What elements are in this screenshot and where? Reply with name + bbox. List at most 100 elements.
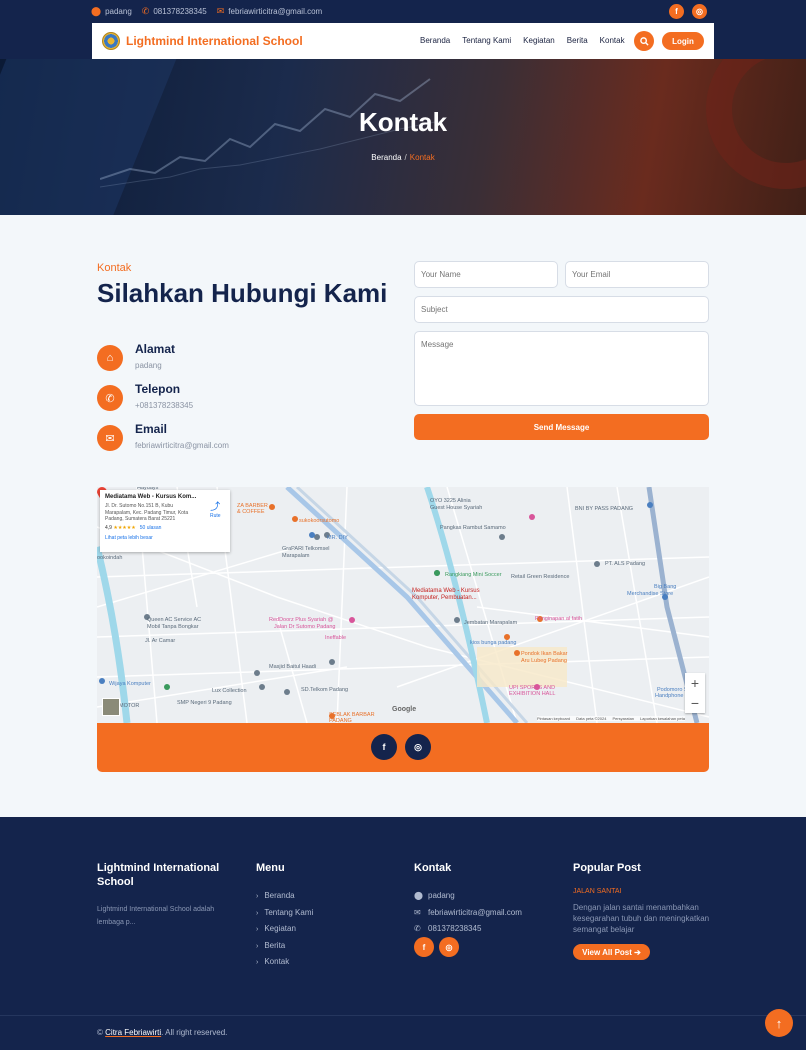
instagram-icon[interactable]: ◎ [692, 4, 707, 19]
popular-post-title[interactable]: JALAN SANTAI [573, 888, 622, 895]
footer-email: ✉ febriawirticitra@gmail.com [414, 907, 522, 917]
search-icon [639, 36, 649, 46]
email-input[interactable] [565, 261, 709, 288]
school-logo[interactable] [102, 32, 120, 50]
info-email: ✉ Email febriawirticitra@gmail.com [97, 422, 229, 451]
nav-berita[interactable]: Berita [567, 36, 588, 45]
star-rating-icon: ★★★★★ [113, 524, 136, 531]
subject-input[interactable] [414, 296, 709, 323]
map-footer: Pintasan keyboard Data peta ©2024 Persya… [537, 716, 685, 721]
map-data-credit: Data peta ©2024 [576, 716, 607, 721]
message-textarea[interactable] [414, 331, 709, 406]
breadcrumb-current: Kontak [409, 153, 435, 162]
top-social: f ◎ [669, 4, 707, 19]
svg-text:& COFFEE: & COFFEE [237, 509, 265, 515]
footer-menu-item[interactable]: › Tentang Kami [256, 908, 313, 925]
map-place-name: Mediatama Web - Kursus Kom... [105, 494, 197, 500]
footer-contact-title: Kontak [414, 862, 452, 874]
copyright-name[interactable]: Citra Febriawirti [105, 1028, 161, 1037]
navbar: Lightmind International School Beranda T… [92, 23, 714, 59]
map-place-card: Mediatama Web - Kursus Kom... Jl. Dr. Su… [100, 490, 230, 552]
zoom-in-button[interactable]: + [685, 673, 705, 693]
name-input[interactable] [414, 261, 558, 288]
svg-text:Aru Lubeg Padang: Aru Lubeg Padang [521, 658, 567, 664]
facebook-icon[interactable]: f [669, 4, 684, 19]
svg-text:Big Bang: Big Bang [654, 584, 676, 590]
footer-location: ⬤ padang [414, 891, 455, 900]
svg-text:Lux Collection: Lux Collection [212, 688, 247, 694]
svg-text:Rangkiang Mini Soccer: Rangkiang Mini Soccer [445, 572, 502, 578]
instagram-icon[interactable]: ◎ [439, 937, 459, 957]
page-hero: Kontak Beranda / Kontak [0, 59, 806, 215]
search-button[interactable] [634, 31, 654, 51]
nav-kegiatan[interactable]: Kegiatan [523, 36, 555, 45]
svg-text:Masjid Baitul Haadi: Masjid Baitul Haadi [269, 664, 316, 670]
info-address-title: Alamat [135, 342, 176, 356]
map-place-address: Jl. Dr. Sutomo No.151 B, Kubu Marapalam,… [105, 503, 189, 522]
phone-icon: ✆ [414, 924, 421, 933]
terms-link[interactable]: Persyaratan [612, 716, 634, 721]
svg-text:Jalan Dr Sutomo Padang: Jalan Dr Sutomo Padang [274, 624, 335, 630]
report-error-link[interactable]: Laporkan kesalahan peta [640, 716, 685, 721]
svg-text:BNI BY PASS PADANG: BNI BY PASS PADANG [575, 506, 633, 512]
svg-text:MOTOR: MOTOR [119, 703, 139, 709]
map-layer-toggle[interactable] [102, 698, 120, 716]
svg-text:GraPARI Telkomsel: GraPARI Telkomsel [282, 546, 329, 552]
footer-menu-item[interactable]: › Berita [256, 941, 313, 958]
map-marker-icon: ⬤ [414, 891, 423, 900]
directions-label: Rute [210, 513, 221, 519]
copyright: © Citra Febriawirti. All right reserved. [97, 1028, 228, 1037]
instagram-icon[interactable]: ◎ [405, 734, 431, 760]
info-phone-title: Telepon [135, 382, 181, 396]
facebook-icon[interactable]: f [371, 734, 397, 760]
zoom-out-button[interactable]: − [685, 693, 705, 713]
popular-post-excerpt: Dengan jalan santai menambahkan kesegara… [573, 903, 710, 935]
top-info: ⬤ padang ✆ 081378238345 ✉ febriawirticitra@… [91, 6, 322, 17]
map-reviews-link[interactable]: 50 ulasan [140, 525, 162, 531]
svg-text:Queen AC Service AC: Queen AC Service AC [147, 617, 201, 623]
login-button[interactable]: Login [662, 32, 704, 50]
breadcrumb-home[interactable]: Beranda [371, 153, 401, 162]
info-phone: ✆ Telepon +081378238345 [97, 382, 193, 411]
svg-text:Guest House Syariah: Guest House Syariah [430, 505, 482, 511]
svg-text:SD.Telkom Padang: SD.Telkom Padang [301, 687, 348, 693]
main-menu: Beranda Tentang Kami Kegiatan Berita Kon… [420, 36, 625, 45]
svg-text:Retail Green Residence: Retail Green Residence [511, 574, 569, 580]
svg-text:Marapalam: Marapalam [282, 553, 310, 559]
map-marker-icon: ⬤ [91, 6, 102, 16]
directions-button[interactable]: ⤴ Rute [210, 498, 221, 519]
svg-text:Merchandise Store: Merchandise Store [627, 591, 673, 597]
footer-menu-item[interactable]: › Kontak [256, 957, 313, 974]
nav-kontak[interactable]: Kontak [600, 36, 625, 45]
send-message-button[interactable]: Send Message [414, 414, 709, 440]
footer-menu-item[interactable]: › Kegiatan [256, 924, 313, 941]
larger-map-link[interactable]: Lihat peta lebih besar [105, 535, 225, 541]
top-phone: ✆ 081378238345 [141, 6, 207, 16]
footer-menu-title: Menu [256, 862, 285, 874]
map-rating-value: 4,9 [105, 524, 112, 531]
svg-text:PT. ALS Padang: PT. ALS Padang [605, 561, 645, 567]
brand-name[interactable]: Lightmind International School [126, 34, 303, 48]
footer-popular-title: Popular Post [573, 862, 641, 874]
nav-beranda[interactable]: Beranda [420, 36, 450, 45]
home-icon: ⌂ [97, 345, 123, 371]
chevron-right-icon: › [256, 959, 259, 966]
back-to-top-button[interactable]: ↑ [765, 1009, 793, 1037]
map-rating: 4,9 ★★★★★ 50 ulasan [105, 525, 225, 531]
footer-menu-item[interactable]: › Beranda [256, 891, 313, 908]
info-email-value: febriawirticitra@gmail.com [135, 441, 229, 450]
svg-text:kios bunga padang: kios bunga padang [470, 640, 516, 646]
map-zoom-controls: + − [685, 673, 705, 713]
keyboard-shortcuts-link[interactable]: Pintasan keyboard [537, 716, 570, 721]
svg-text:Jembatan Marapalam: Jembatan Marapalam [464, 620, 518, 626]
footer-about-text: Lightmind International School adalah le… [97, 906, 215, 927]
svg-text:RedDoorz Plus Syariah @: RedDoorz Plus Syariah @ [269, 617, 334, 623]
info-phone-value: +081378238345 [135, 401, 194, 410]
facebook-icon[interactable]: f [414, 937, 434, 957]
map-pin-label: Mediatama Web - Kursus Komputer, Pembuat… [412, 588, 480, 602]
footer-social: f ◎ [414, 937, 459, 957]
google-map[interactable]: OYO 3225 Alinia Guest House Syariah Pangk… [97, 487, 709, 723]
nav-tentang-kami[interactable]: Tentang Kami [462, 36, 511, 45]
svg-text:Ineffable: Ineffable [325, 635, 346, 641]
view-all-post-button[interactable]: View All Post ➔ [573, 944, 650, 960]
